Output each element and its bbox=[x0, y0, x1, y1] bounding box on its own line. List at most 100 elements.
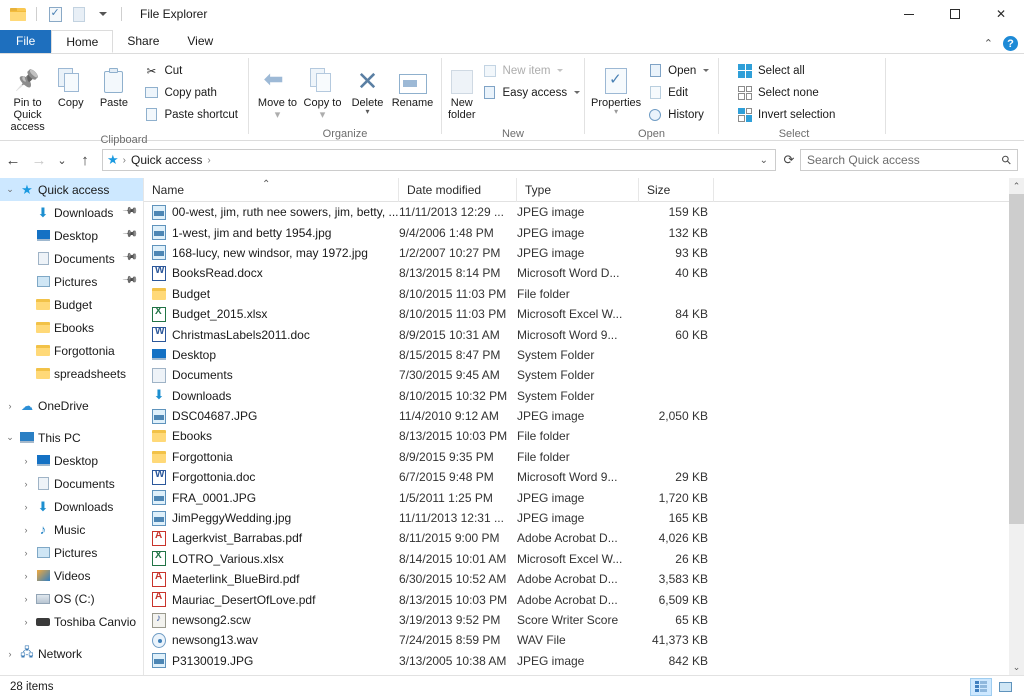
table-row[interactable]: Documents 7/30/2015 9:45 AM System Folder bbox=[144, 365, 985, 385]
chevron-right-icon[interactable]: › bbox=[2, 401, 18, 411]
table-row[interactable]: Mauriac_DesertOfLove.pdf 8/13/2015 10:03 … bbox=[144, 589, 985, 609]
cell-name[interactable]: 00-west, jim, ruth nee sowers, jim, bett… bbox=[144, 204, 399, 220]
refresh-button[interactable]: ⟳ bbox=[778, 149, 800, 171]
sidebar-item-desktop[interactable]: Desktop 📌 bbox=[0, 224, 143, 247]
cut-button[interactable]: ✂ Cut bbox=[139, 61, 242, 80]
column-header-size[interactable]: Size bbox=[639, 177, 714, 202]
chevron-right-icon[interactable]: › bbox=[18, 525, 34, 535]
paste-button[interactable]: Paste bbox=[92, 58, 135, 109]
copy-path-button[interactable]: Copy path bbox=[139, 83, 242, 102]
table-row[interactable]: newsong2.scw 3/19/2013 9:52 PM Score Write… bbox=[144, 610, 985, 630]
table-row[interactable]: 168-lucy, new windsor, may 1972.jpg 1/2/2… bbox=[144, 243, 985, 263]
sidebar-item-pictures[interactable]: Pictures 📌 bbox=[0, 270, 143, 293]
chevron-right-icon[interactable]: › bbox=[18, 456, 34, 466]
table-row[interactable]: P3130019.JPG 3/13/2005 10:38 AM JPEG image… bbox=[144, 651, 985, 671]
chevron-right-icon[interactable]: › bbox=[18, 594, 34, 604]
recent-locations-button[interactable]: ⌄ bbox=[52, 147, 72, 173]
scrollbar-thumb[interactable] bbox=[1009, 194, 1024, 524]
sidebar-item-network[interactable]: › 🖧 Network bbox=[0, 642, 143, 665]
table-row[interactable]: Lagerkvist_Barrabas.pdf 8/11/2015 9:00 PM… bbox=[144, 528, 985, 548]
cell-name[interactable]: Documents bbox=[144, 367, 399, 383]
cell-name[interactable]: Ebooks bbox=[144, 429, 399, 443]
properties-icon[interactable] bbox=[45, 4, 65, 24]
table-row[interactable]: 1-west, jim and betty 1954.jpg 9/4/2006 1… bbox=[144, 222, 985, 242]
collapse-ribbon-chevron-icon[interactable]: ⌃ bbox=[984, 37, 993, 50]
new-folder-button[interactable]: New folder bbox=[448, 58, 476, 121]
paste-shortcut-button[interactable]: Paste shortcut bbox=[139, 105, 242, 124]
delete-caret-icon[interactable]: ▾ bbox=[365, 108, 369, 116]
table-row[interactable]: DSC04687.JPG 11/4/2010 9:12 AM JPEG image 2… bbox=[144, 406, 985, 426]
sidebar-item-forgottonia[interactable]: Forgottonia bbox=[0, 339, 143, 362]
scroll-down-icon[interactable]: ⌄ bbox=[1009, 659, 1024, 675]
table-row[interactable]: Budget_2015.xlsx 8/10/2015 11:03 PM Micros… bbox=[144, 304, 985, 324]
breadcrumb-separator[interactable]: › bbox=[205, 155, 212, 166]
cell-name[interactable]: DSC04687.JPG bbox=[144, 408, 399, 424]
chevron-right-icon[interactable]: › bbox=[18, 617, 34, 627]
new-folder-icon[interactable] bbox=[69, 4, 89, 24]
sidebar-item-downloads[interactable]: › ⬇ Downloads bbox=[0, 495, 143, 518]
cell-name[interactable]: Budget bbox=[144, 287, 399, 301]
table-row[interactable]: ⬇ Downloads 8/10/2015 10:32 PM System Folde… bbox=[144, 386, 985, 406]
table-row[interactable]: ChristmasLabels2011.doc 8/9/2015 10:31 AM… bbox=[144, 324, 985, 344]
sidebar-item-budget[interactable]: Budget bbox=[0, 293, 143, 316]
table-row[interactable]: newsong13.wav 7/24/2015 8:59 PM WAV File 41… bbox=[144, 630, 985, 650]
breadcrumb-item-quick-access[interactable]: Quick access bbox=[128, 153, 205, 167]
cell-name[interactable]: Forgottonia.doc bbox=[144, 469, 399, 485]
easy-access-button[interactable]: Easy access bbox=[478, 83, 585, 102]
chevron-right-icon[interactable]: › bbox=[18, 548, 34, 558]
cell-name[interactable]: newsong13.wav bbox=[144, 632, 399, 648]
pin-icon[interactable]: 📌 bbox=[121, 203, 140, 222]
cell-name[interactable]: ChristmasLabels2011.doc bbox=[144, 327, 399, 343]
copy-to-button[interactable]: Copy to ▾ bbox=[300, 58, 345, 121]
sidebar-item-downloads[interactable]: ⬇ Downloads 📌 bbox=[0, 201, 143, 224]
sidebar-item-documents[interactable]: › Documents bbox=[0, 472, 143, 495]
sidebar-item-pictures[interactable]: › Pictures bbox=[0, 541, 143, 564]
forward-button[interactable]: → bbox=[26, 147, 52, 173]
help-icon[interactable]: ? bbox=[1003, 36, 1018, 51]
up-button[interactable]: ↑ bbox=[72, 147, 98, 173]
edit-button[interactable]: Edit bbox=[643, 83, 713, 102]
sidebar-item-os-c[interactable]: › OS (C:) bbox=[0, 587, 143, 610]
sidebar-item-music[interactable]: › ♪ Music bbox=[0, 518, 143, 541]
cell-name[interactable]: 1-west, jim and betty 1954.jpg bbox=[144, 225, 399, 241]
table-row[interactable]: Maeterlink_BlueBird.pdf 6/30/2015 10:52 A… bbox=[144, 569, 985, 589]
sidebar-item-onedrive[interactable]: › ☁ OneDrive bbox=[0, 394, 143, 417]
properties-caret-icon[interactable]: ▾ bbox=[614, 108, 618, 116]
chevron-down-icon[interactable]: ⌄ bbox=[2, 432, 18, 443]
details-view-button[interactable] bbox=[970, 677, 992, 696]
sidebar-item-desktop[interactable]: › Desktop bbox=[0, 449, 143, 472]
cell-name[interactable]: FRA_0001.JPG bbox=[144, 490, 399, 506]
maximize-button[interactable] bbox=[932, 0, 978, 28]
sidebar-item-documents[interactable]: Documents 📌 bbox=[0, 247, 143, 270]
table-row[interactable]: Ebooks 8/13/2015 10:03 PM File folder bbox=[144, 426, 985, 446]
cell-name[interactable]: ⬇ Downloads bbox=[144, 388, 399, 403]
sidebar-item-quick-access[interactable]: ⌄ ★ Quick access bbox=[0, 178, 143, 201]
cell-name[interactable]: newsong2.scw bbox=[144, 612, 399, 628]
large-icons-view-button[interactable] bbox=[994, 678, 1016, 696]
properties-button[interactable]: ✓ Properties ▾ bbox=[591, 58, 641, 116]
table-row[interactable]: Forgottonia.doc 6/7/2015 9:48 PM Microsoft… bbox=[144, 467, 985, 487]
close-button[interactable]: ✕ bbox=[978, 0, 1024, 28]
breadcrumb[interactable]: ★ › Quick access › ⌄ bbox=[102, 149, 776, 171]
search-input[interactable]: Search Quick access bbox=[807, 153, 1002, 167]
pin-icon[interactable]: 📌 bbox=[121, 226, 140, 245]
copy-button[interactable]: Copy bbox=[49, 58, 92, 109]
invert-selection-button[interactable]: Invert selection bbox=[733, 105, 839, 124]
column-header-type[interactable]: Type bbox=[517, 177, 639, 202]
cell-name[interactable]: LOTRO_Various.xlsx bbox=[144, 551, 399, 567]
chevron-right-icon[interactable]: › bbox=[18, 479, 34, 489]
cell-name[interactable]: BooksRead.docx bbox=[144, 265, 399, 281]
move-to-button[interactable]: ⬅ Move to ▾ bbox=[255, 58, 300, 122]
search-box[interactable]: Search Quick access ⚲ bbox=[800, 149, 1018, 171]
tab-share[interactable]: Share bbox=[113, 30, 173, 53]
tab-view[interactable]: View bbox=[173, 30, 227, 53]
table-row[interactable]: LOTRO_Various.xlsx 8/14/2015 10:01 AM Micr… bbox=[144, 549, 985, 569]
new-item-button[interactable]: New item bbox=[478, 61, 585, 80]
rename-button[interactable]: Rename bbox=[390, 58, 435, 109]
tab-file[interactable]: File bbox=[0, 30, 52, 53]
cell-name[interactable]: JimPeggyWedding.jpg bbox=[144, 510, 399, 526]
pin-to-quick-access-button[interactable]: Pin to Quick access bbox=[6, 58, 49, 133]
cell-name[interactable]: Forgottonia bbox=[144, 450, 399, 464]
folder-icon[interactable] bbox=[8, 4, 28, 24]
table-row[interactable]: Forgottonia 8/9/2015 9:35 PM File folder bbox=[144, 447, 985, 467]
